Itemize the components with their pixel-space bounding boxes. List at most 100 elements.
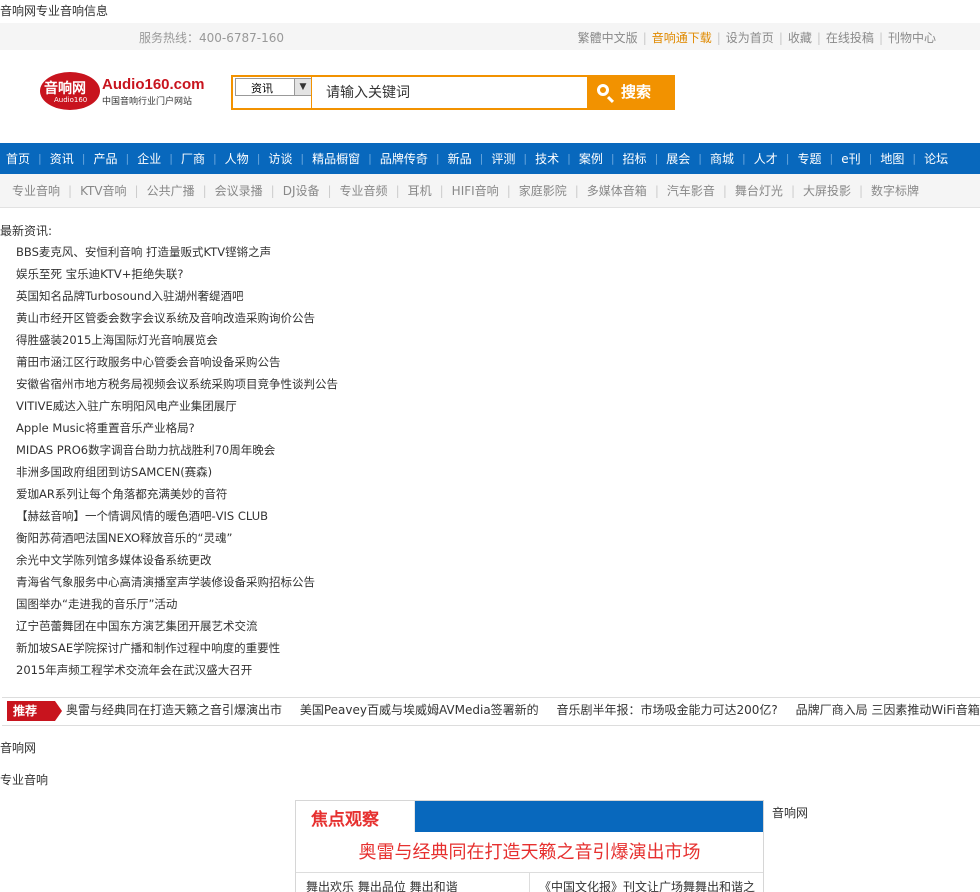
news-item[interactable]: MIDAS PRO6数字调音台助力抗战胜利70周年晚会: [16, 439, 338, 461]
focus-right-item[interactable]: 《中国文化报》刊文让广场舞舞出和谐之: [539, 878, 755, 892]
link-bookmark[interactable]: 收藏: [788, 31, 812, 45]
recommend-link[interactable]: 音乐剧半年报：市场吸金能力可达200亿?: [557, 703, 778, 717]
nav-item-reviews[interactable]: 评测: [491, 150, 515, 167]
recommend-link[interactable]: 奥雷与经典同在打造天籁之音引爆演出市: [66, 703, 282, 717]
recommend-link[interactable]: 美国Peavey百威与埃威姆AVMedia签署新的: [300, 703, 539, 717]
news-item[interactable]: 爱珈AR系列让每个角落都充满美妙的音符: [16, 483, 338, 505]
news-item[interactable]: VITIVE威达入驻广东明阳风电产业集团展厅: [16, 395, 338, 417]
top-links: 繁體中文版 | 音响通下载 | 设为首页 | 收藏 | 在线投稿 | 刊物中心: [578, 29, 936, 46]
logo-mark-sub: Audio160: [54, 96, 88, 104]
nav-item-products[interactable]: 产品: [93, 150, 117, 167]
news-item[interactable]: 新加坡SAE学院探讨广播和制作过程中响度的重要性: [16, 637, 338, 659]
nav-item-manufacturers[interactable]: 厂商: [181, 150, 205, 167]
link-app-download[interactable]: 音响通下载: [652, 31, 712, 45]
news-item[interactable]: 非洲多国政府组团到访SAMCEN(赛森): [16, 461, 338, 483]
divider: |: [327, 183, 332, 198]
nav-item-brand-legend[interactable]: 品牌传奇: [380, 150, 428, 167]
search-category-select[interactable]: 资讯 ▼: [235, 78, 312, 96]
subnav-item[interactable]: HIFI音响: [452, 182, 499, 199]
divider: |: [722, 183, 727, 198]
focus-tab-label: 焦点观察: [311, 810, 379, 830]
nav-item-cases[interactable]: 案例: [579, 150, 603, 167]
divider: |: [912, 152, 917, 165]
divider: |: [38, 152, 42, 165]
subnav-item[interactable]: 多媒体音箱: [587, 182, 647, 199]
subnav-item[interactable]: 数字标牌: [871, 182, 919, 199]
news-item[interactable]: 【赫兹音响】一个情调风情的暖色酒吧-VIS CLUB: [16, 505, 338, 527]
news-item[interactable]: Apple Music将重置音乐产业格局?: [16, 417, 338, 439]
search-input[interactable]: [312, 77, 588, 108]
subnav-item[interactable]: KTV音响: [80, 182, 126, 199]
nav-item-tenders[interactable]: 招标: [623, 150, 647, 167]
nav-item-exhibitions[interactable]: 展会: [666, 150, 690, 167]
recommend-bar: 推荐 奥雷与经典同在打造天籁之音引爆演出市 美国Peavey百威与埃威姆AVMe…: [2, 697, 980, 726]
divider: |: [81, 152, 86, 165]
divider: |: [790, 183, 795, 198]
news-item[interactable]: 2015年声频工程学术交流年会在武汉盛大召开: [16, 659, 338, 681]
news-item[interactable]: BBS麦克风、安恒利音响 打造量贩式KTV铿锵之声: [16, 241, 338, 263]
news-item[interactable]: 得胜盛装2015上海国际灯光音响展览会: [16, 329, 338, 351]
main-nav: 首页 | 资讯 | 产品 | 企业 | 厂商 | 人物 | 访谈 | 精品橱窗 | 品牌传奇 | …: [0, 143, 980, 174]
divider: |: [610, 152, 615, 165]
divider: |: [778, 31, 783, 45]
news-item[interactable]: 青海省气象服务中心高清演播室声学装修设备采购招标公告: [16, 571, 338, 593]
link-submit-article[interactable]: 在线投稿: [826, 31, 874, 45]
focus-headline[interactable]: 奥雷与经典同在打造天籁之音引爆演出市场: [296, 838, 763, 864]
nav-item-new-products[interactable]: 新品: [448, 150, 472, 167]
divider: |: [134, 183, 139, 198]
recommend-items: 奥雷与经典同在打造天籁之音引爆演出市 美国Peavey百威与埃威姆AVMedia…: [66, 698, 980, 723]
divider: |: [654, 152, 659, 165]
divider: |: [567, 152, 571, 165]
nav-item-e-magazine[interactable]: e刊: [841, 150, 860, 167]
nav-item-technology[interactable]: 技术: [535, 150, 559, 167]
news-item[interactable]: 黄山市经开区管委会数字会议系统及音响改造采购询价公告: [16, 307, 338, 329]
link-publications[interactable]: 刊物中心: [888, 31, 936, 45]
subnav-item[interactable]: 公共广播: [147, 182, 195, 199]
news-item[interactable]: 安徽省宿州市地方税务局视频会议系统采购项目竞争性谈判公告: [16, 373, 338, 395]
news-item[interactable]: 辽宁芭蕾舞团在中国东方演艺集团开展艺术交流: [16, 615, 338, 637]
divider: |: [506, 183, 511, 198]
news-item[interactable]: 娱乐至死 宝乐迪KTV+拒绝失联?: [16, 263, 338, 285]
nav-item-home[interactable]: 首页: [6, 150, 30, 167]
nav-item-topics[interactable]: 专题: [797, 150, 821, 167]
subnav-item[interactable]: 大屏投影: [803, 182, 851, 199]
news-item[interactable]: 莆田市涵江区行政服务中心管委会音响设备采购公告: [16, 351, 338, 373]
news-item[interactable]: 余光中文学陈列馆多媒体设备系统更改: [16, 549, 338, 571]
divider: |: [68, 183, 73, 198]
news-item[interactable]: 国图举办“走进我的音乐厅”活动: [16, 593, 338, 615]
subnav-item[interactable]: 舞台灯光: [735, 182, 783, 199]
side-site-label[interactable]: 音响网: [772, 804, 808, 821]
recommend-link[interactable]: 品牌厂商入局 三因素推动WiFi音箱成主流: [796, 703, 980, 717]
nav-item-map[interactable]: 地图: [880, 150, 904, 167]
link-set-homepage[interactable]: 设为首页: [726, 31, 774, 45]
subnav-item[interactable]: 会议录播: [215, 182, 263, 199]
nav-item-companies[interactable]: 企业: [137, 150, 161, 167]
news-item[interactable]: 英国知名品牌Turbosound入驻湖州奢缇酒吧: [16, 285, 338, 307]
link-traditional-chinese[interactable]: 繁體中文版: [578, 31, 638, 45]
subnav-item[interactable]: 汽车影音: [667, 182, 715, 199]
logo-slogan: 中国音响行业门户网站: [102, 97, 193, 107]
search-button[interactable]: 搜索: [587, 75, 675, 110]
nav-item-forum[interactable]: 论坛: [924, 150, 948, 167]
nav-item-people[interactable]: 人物: [225, 150, 249, 167]
news-item[interactable]: 衡阳苏荷酒吧法国NEXO释放音乐的“灵魂”: [16, 527, 338, 549]
subnav-item[interactable]: 耳机: [408, 182, 432, 199]
divider: |: [169, 152, 173, 165]
nav-item-news[interactable]: 资讯: [50, 150, 74, 167]
nav-item-talent[interactable]: 人才: [754, 150, 778, 167]
nav-item-showcase[interactable]: 精品橱窗: [312, 150, 360, 167]
divider: |: [785, 152, 790, 165]
nav-item-mall[interactable]: 商城: [710, 150, 734, 167]
category-link[interactable]: 专业音响: [0, 771, 48, 788]
subnav-item[interactable]: 专业音频: [340, 182, 388, 199]
focus-tab[interactable]: 焦点观察: [296, 801, 415, 832]
subnav-item[interactable]: DJ设备: [283, 182, 320, 199]
site-link[interactable]: 音响网: [0, 739, 36, 756]
divider: |: [698, 152, 703, 165]
focus-left-item[interactable]: 舞出欢乐 舞出品位 舞出和谐: [306, 878, 458, 892]
subnav-item[interactable]: 专业音响: [12, 182, 60, 199]
nav-item-interviews[interactable]: 访谈: [268, 150, 292, 167]
subnav-item[interactable]: 家庭影院: [519, 182, 567, 199]
logo-site-name: Audio160.com: [102, 76, 205, 93]
site-logo[interactable]: 音响网 Audio160 Audio160.com 中国音响行业门户网站: [40, 72, 205, 112]
